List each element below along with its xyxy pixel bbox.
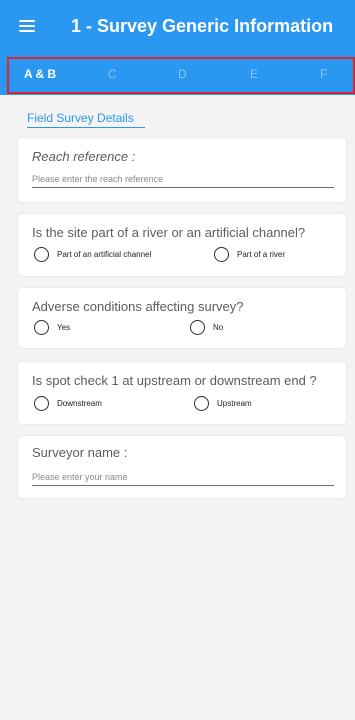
radio-label: Part of an artificial channel (57, 250, 152, 259)
radio-circle-icon[interactable] (194, 396, 209, 411)
radio-no[interactable]: No (190, 320, 223, 335)
radio-label: No (213, 323, 224, 332)
spot-check-question: Is spot check 1 at upstream or downstrea… (32, 373, 317, 388)
surveyor-name-input[interactable] (32, 468, 334, 486)
radio-label: Yes (57, 323, 71, 332)
radio-label: Downstream (57, 399, 102, 408)
radio-artificial-channel[interactable]: Part of an artificial channel (34, 247, 151, 262)
surveyor-name-card: Surveyor name : (18, 436, 346, 498)
app-bar: 1 - Survey Generic Information (0, 0, 355, 57)
page-title: 1 - Survey Generic Information (71, 16, 334, 36)
tab-a-b[interactable]: A & B (24, 67, 56, 81)
radio-circle-icon[interactable] (34, 247, 49, 262)
adverse-conditions-question: Adverse conditions affecting survey? (32, 299, 244, 314)
section-header: Field Survey Details (27, 111, 134, 125)
section-underline (27, 127, 145, 128)
radio-upstream[interactable]: Upstream (194, 396, 252, 411)
tab-e[interactable]: E (250, 67, 258, 81)
radio-circle-icon[interactable] (34, 320, 49, 335)
reach-reference-card: Reach reference : (18, 138, 346, 202)
radio-circle-icon[interactable] (214, 247, 229, 262)
radio-circle-icon[interactable] (34, 396, 49, 411)
radio-label: Upstream (217, 399, 252, 408)
tab-d[interactable]: D (178, 67, 187, 81)
adverse-conditions-card: Adverse conditions affecting survey? Yes… (18, 288, 346, 348)
radio-label: Part of a river (237, 250, 286, 259)
site-type-question: Is the site part of a river or an artifi… (32, 225, 306, 240)
hamburger-menu-icon[interactable] (19, 20, 35, 33)
site-type-card: Is the site part of a river or an artifi… (18, 214, 346, 276)
tab-c[interactable]: C (108, 67, 117, 81)
reach-reference-input[interactable] (32, 170, 334, 188)
reach-reference-label: Reach reference : (32, 149, 136, 164)
tab-f[interactable]: F (320, 67, 327, 81)
radio-circle-icon[interactable] (190, 320, 205, 335)
radio-downstream[interactable]: Downstream (34, 396, 102, 411)
radio-part-of-river[interactable]: Part of a river (214, 247, 285, 262)
radio-yes[interactable]: Yes (34, 320, 70, 335)
spot-check-card: Is spot check 1 at upstream or downstrea… (18, 362, 346, 424)
surveyor-name-label: Surveyor name : (32, 445, 128, 460)
